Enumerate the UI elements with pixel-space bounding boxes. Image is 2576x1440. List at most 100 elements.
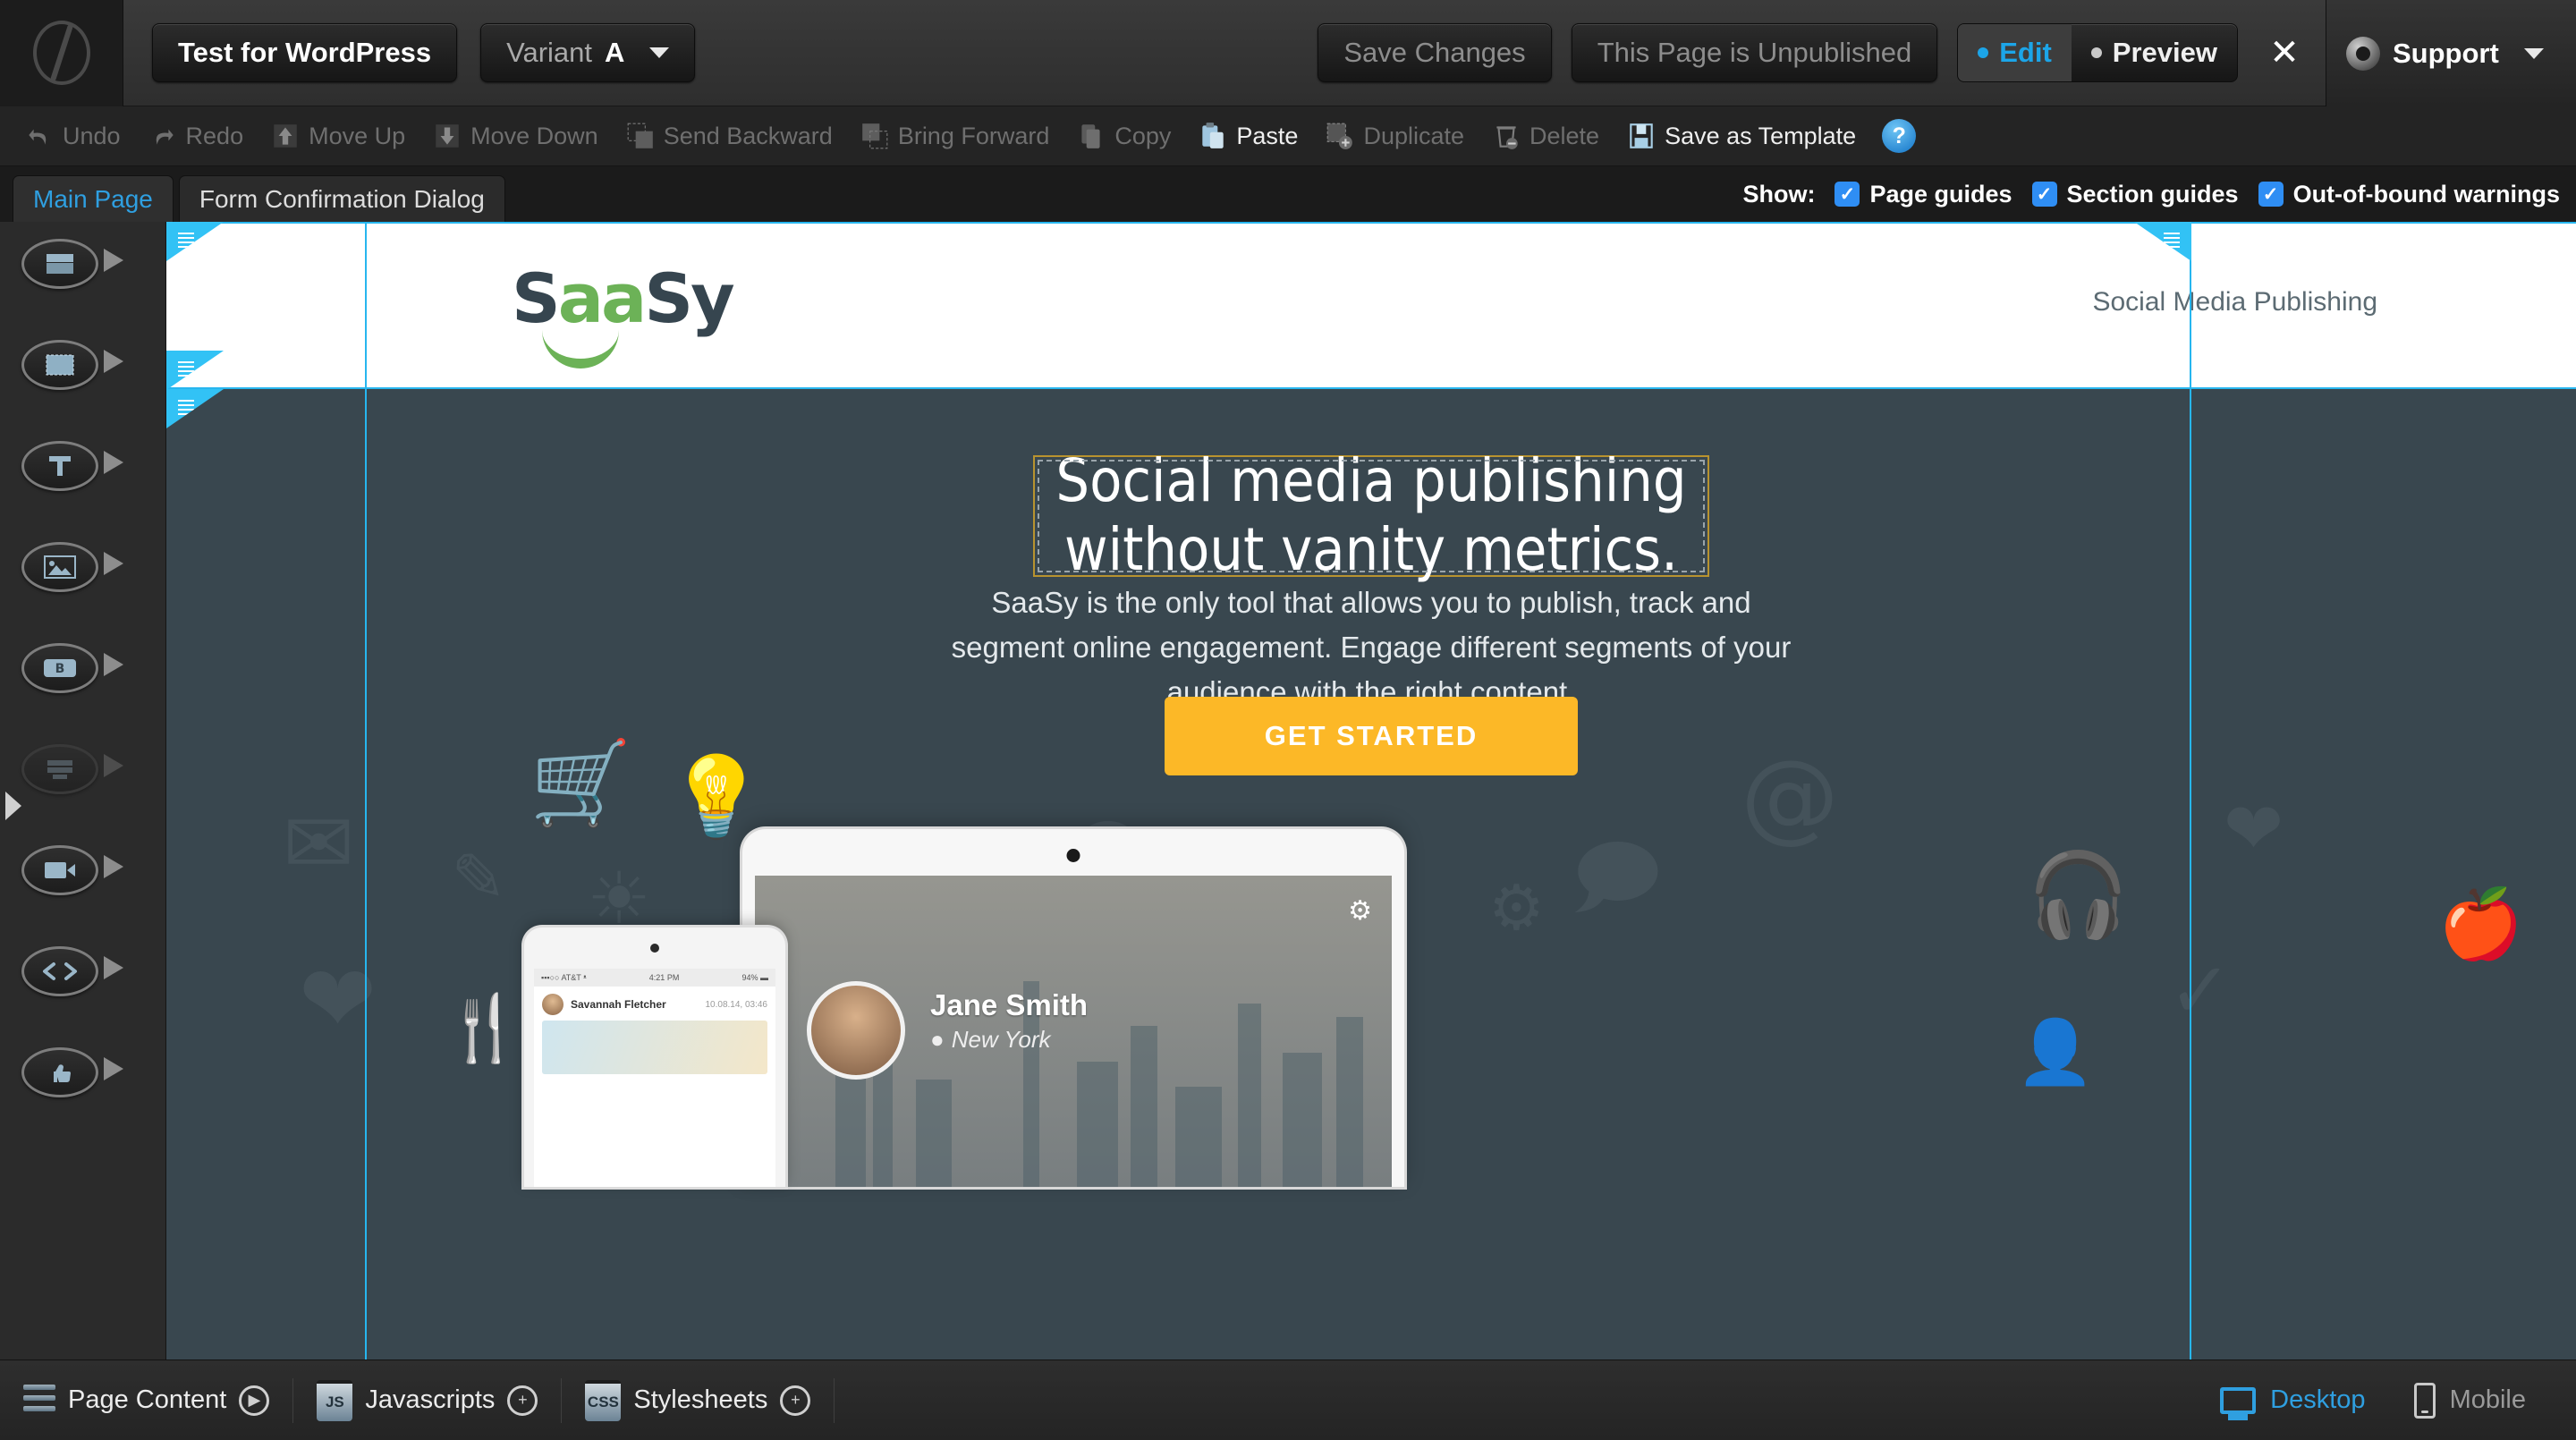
- phone-icon: [2413, 1382, 2436, 1419]
- tab-main-page[interactable]: Main Page: [13, 175, 174, 222]
- hero-section[interactable]: ✉ ✎ ❤ 🍴 🛒 💡 ☀ 📶 💼 WWW ✈ ☺ @ 🗩 🎧 ❤ 🍎 ✓ ⚙ …: [166, 389, 2576, 1360]
- delete-button[interactable]: Delete: [1479, 116, 1611, 156]
- page-content-button[interactable]: Page Content ▶: [0, 1384, 292, 1417]
- page-guides-checkbox[interactable]: ✓: [1835, 182, 1860, 207]
- support-label: Support: [2393, 37, 2499, 69]
- sidebar-item-social-widget-tool[interactable]: [21, 1045, 123, 1099]
- move-up-label: Move Up: [309, 122, 406, 149]
- custom-html-tool-arrow-icon: [104, 956, 123, 979]
- get-started-label: GET STARTED: [1264, 720, 1479, 751]
- undo-icon: [29, 129, 47, 145]
- move-up-icon: [274, 124, 297, 148]
- hero-headline[interactable]: Social media publishing without vanity m…: [1035, 447, 1707, 584]
- variant-selector[interactable]: Variant A: [480, 23, 696, 82]
- move-up-button[interactable]: Move Up: [258, 116, 417, 156]
- sidebar-item-custom-html-tool[interactable]: [21, 944, 123, 998]
- text-tool-icon: [21, 440, 98, 491]
- site-tagline: Social Media Publishing: [2092, 287, 2377, 317]
- map-pin-icon: ●: [930, 1026, 945, 1053]
- sidebar-item-button-tool[interactable]: B: [21, 640, 123, 695]
- paste-button[interactable]: Paste: [1186, 116, 1309, 156]
- tablet-camera-icon: [1066, 849, 1080, 862]
- move-down-icon: [436, 124, 459, 148]
- tab-form-confirmation-dialog[interactable]: Form Confirmation Dialog: [178, 175, 505, 222]
- avatar: [542, 994, 564, 1015]
- site-header-section[interactable]: SaaSy Social Media Publishing: [166, 222, 2576, 389]
- section-guide-top: [166, 222, 2576, 224]
- rail-gap: [0, 897, 165, 944]
- post-author: Savannah Fletcher: [571, 998, 666, 1011]
- toggle-page-guides[interactable]: ✓ Page guides: [1835, 181, 2012, 208]
- page-canvas[interactable]: SaaSy Social Media Publishing ✉ ✎ ❤ 🍴 🛒 …: [166, 222, 2576, 1360]
- toggle-section-guides[interactable]: ✓ Section guides: [2031, 181, 2239, 208]
- close-icon[interactable]: ✕: [2259, 28, 2309, 78]
- bring-forward-button[interactable]: Bring Forward: [848, 116, 1062, 156]
- add-stylesheet-icon[interactable]: +: [780, 1385, 811, 1416]
- play-circle-icon[interactable]: ▶: [239, 1385, 270, 1416]
- copy-button[interactable]: Copy: [1064, 116, 1182, 156]
- expand-left-panel-icon[interactable]: [5, 792, 21, 820]
- stylesheets-button[interactable]: CSS Stylesheets +: [562, 1379, 834, 1421]
- check-icon: ✓: [1839, 183, 1856, 205]
- plus-glyph: +: [518, 1391, 528, 1409]
- support-chevron-down-icon: [2523, 47, 2544, 59]
- section-guides-checkbox[interactable]: ✓: [2031, 182, 2057, 207]
- tab-main-page-label: Main Page: [33, 184, 153, 213]
- hero-subtext[interactable]: SaaSy is the only tool that allows you t…: [946, 580, 1796, 715]
- move-down-button[interactable]: Move Down: [420, 116, 610, 156]
- preview-dot-icon: [2090, 47, 2102, 58]
- out-of-bound-label: Out-of-bound warnings: [2292, 180, 2560, 208]
- unbounce-logo-icon: [32, 21, 90, 85]
- sidebar-item-form-tool[interactable]: [21, 741, 123, 796]
- edit-dot-icon: [1978, 47, 1989, 58]
- shopping-cart-icon: 🛒: [530, 735, 632, 831]
- get-started-button[interactable]: GET STARTED: [1165, 697, 1578, 775]
- toggle-out-of-bound-warnings[interactable]: ✓ Out-of-bound warnings: [2258, 181, 2560, 208]
- send-backward-icon: [627, 123, 653, 148]
- status-left: ▪▪▪○○ AT&T ᵜ: [541, 973, 587, 982]
- mobile-view-button[interactable]: Mobile: [2394, 1382, 2546, 1419]
- paste-icon: [1202, 123, 1224, 148]
- send-backward-button[interactable]: Send Backward: [614, 116, 844, 156]
- desktop-view-button[interactable]: Desktop: [2200, 1385, 2385, 1415]
- image-tool-arrow-icon: [104, 552, 123, 575]
- rail-gap: [0, 998, 165, 1045]
- sidebar-item-image-tool[interactable]: [21, 539, 123, 594]
- close-glyph: ✕: [2269, 33, 2300, 72]
- phone-camera-icon: [650, 944, 659, 953]
- preview-mode-tab[interactable]: Preview: [2072, 24, 2237, 81]
- app-logo[interactable]: [0, 0, 123, 106]
- publish-status-button[interactable]: This Page is Unpublished: [1571, 23, 1938, 82]
- undo-button[interactable]: Undo: [13, 116, 132, 156]
- help-label: ?: [1892, 123, 1906, 148]
- save-as-template-button[interactable]: Save as Template: [1614, 116, 1868, 156]
- add-javascript-icon[interactable]: +: [507, 1385, 538, 1416]
- js-badge-icon: JS: [317, 1379, 353, 1421]
- logo-smile-icon: [542, 329, 619, 368]
- post-image: [542, 1021, 767, 1074]
- logo-letter-s2: S: [644, 258, 693, 338]
- headline-line-2: without vanity metrics.: [1064, 515, 1678, 584]
- page-title-button[interactable]: Test for WordPress: [152, 23, 458, 82]
- sidebar-item-box-tool[interactable]: [21, 337, 123, 392]
- help-button[interactable]: ?: [1882, 119, 1917, 153]
- logo-letters-aa: aa: [557, 258, 648, 338]
- sidebar-item-section-tool[interactable]: [21, 236, 123, 291]
- page-title-label: Test for WordPress: [178, 37, 432, 68]
- headline-selection-box[interactable]: Social media publishing without vanity m…: [1033, 447, 1709, 584]
- publish-status-label: This Page is Unpublished: [1597, 37, 1912, 68]
- video-tool-icon: [21, 844, 98, 895]
- support-menu[interactable]: Support: [2326, 0, 2576, 106]
- save-changes-button[interactable]: Save Changes: [1318, 23, 1552, 82]
- javascripts-button[interactable]: JS Javascripts +: [293, 1379, 561, 1421]
- sidebar-item-video-tool[interactable]: [21, 843, 123, 897]
- check-icon: ✓: [2262, 183, 2279, 205]
- settings-gear-icon[interactable]: ⚙: [1348, 895, 1372, 927]
- edit-mode-tab[interactable]: Edit: [1958, 24, 2072, 81]
- sidebar-item-text-tool[interactable]: [21, 438, 123, 493]
- page-guide-right: [2190, 222, 2191, 1360]
- form-tool-icon: [21, 743, 98, 794]
- redo-button[interactable]: Redo: [136, 116, 256, 156]
- out-of-bound-checkbox[interactable]: ✓: [2258, 182, 2284, 207]
- duplicate-button[interactable]: Duplicate: [1313, 116, 1476, 156]
